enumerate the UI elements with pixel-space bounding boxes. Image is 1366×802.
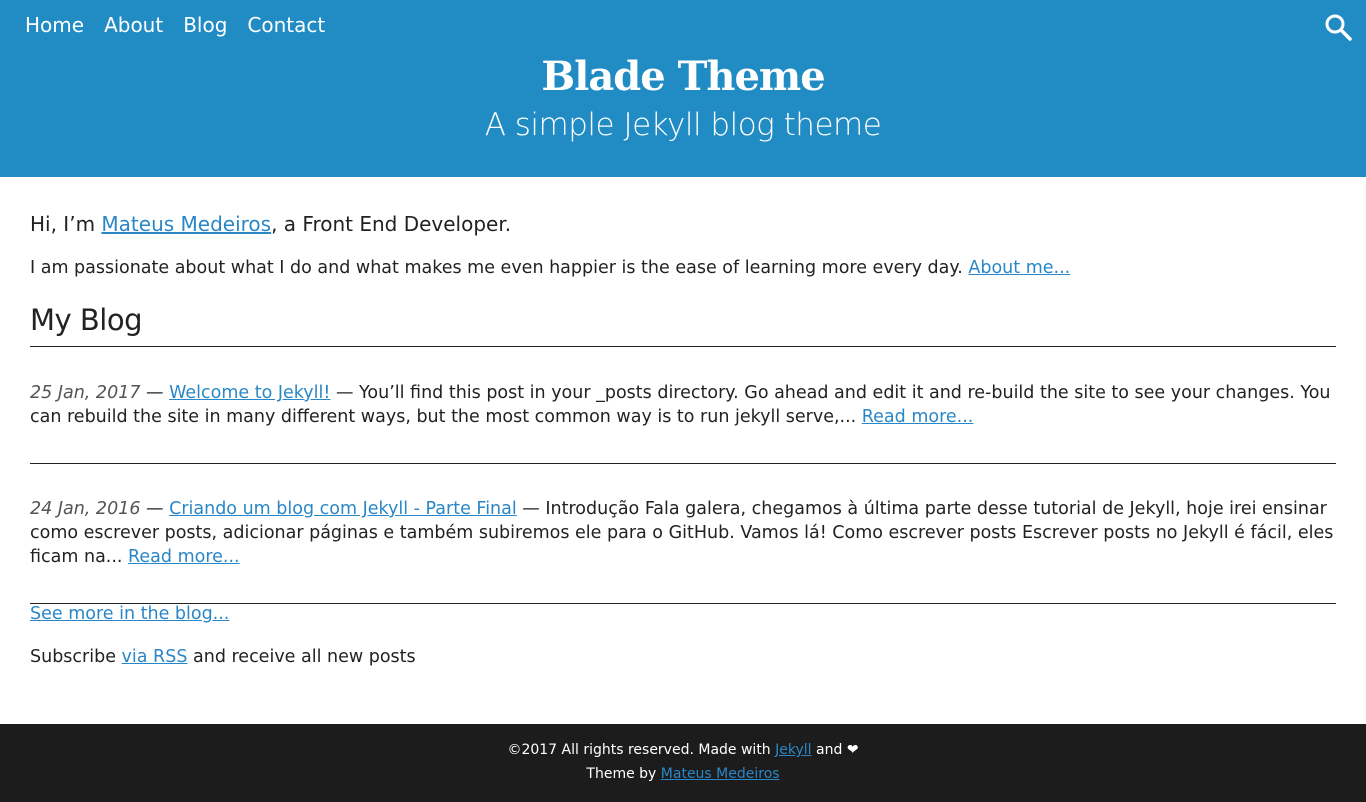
blog-post: 24 Jan, 2016 — Criando um blog com Jekyl…: [30, 497, 1336, 569]
see-more-link[interactable]: See more in the blog...: [30, 604, 229, 624]
author-link[interactable]: Mateus Medeiros: [101, 212, 271, 236]
intro-text: Hi, I’m Mateus Medeiros, a Front End Dev…: [30, 212, 511, 236]
rss-link[interactable]: via RSS: [122, 647, 188, 667]
intro-suffix: , a Front End Developer.: [271, 212, 512, 236]
about-paragraph: I am passionate about what I do and what…: [30, 258, 1070, 278]
post-date: 24 Jan, 2016: [30, 499, 141, 519]
nav-home[interactable]: Home: [25, 13, 84, 37]
footer-and: and: [811, 742, 847, 758]
footer-prefix: ©2017 All rights reserved. Made with: [507, 742, 776, 758]
post-separator: —: [140, 383, 170, 403]
site-footer: ©2017 All rights reserved. Made with Jek…: [0, 724, 1366, 802]
read-more-link[interactable]: Read more...: [862, 407, 974, 427]
nav-blog[interactable]: Blog: [183, 13, 227, 37]
post-date: 25 Jan, 2017: [30, 383, 141, 403]
site-tagline: A simple Jekyll blog theme: [484, 107, 882, 143]
site-header: Home About Blog Contact Blade Theme A si…: [0, 0, 1366, 177]
post-title-link[interactable]: Welcome to Jekyll!: [169, 383, 330, 403]
nav-about[interactable]: About: [104, 13, 163, 37]
theme-author-link[interactable]: Mateus Medeiros: [661, 766, 780, 782]
footer-theme-credit: Theme by Mateus Medeiros: [0, 766, 1366, 782]
subscribe-text: Subscribe via RSS and receive all new po…: [30, 647, 416, 667]
intro-prefix: Hi, I’m: [30, 212, 102, 236]
jekyll-link[interactable]: Jekyll: [775, 742, 811, 758]
site-title[interactable]: Blade Theme: [0, 52, 1366, 102]
post-title-link[interactable]: Criando um blog com Jekyll - Parte Final: [169, 499, 517, 519]
blog-heading: My Blog: [30, 303, 143, 337]
footer-theme-prefix: Theme by: [586, 766, 661, 782]
footer-copyright: ©2017 All rights reserved. Made with Jek…: [0, 742, 1366, 758]
heart-icon: ❤: [846, 742, 859, 758]
divider: [30, 463, 1336, 464]
search-icon[interactable]: [1324, 13, 1352, 41]
blog-post: 25 Jan, 2017 — Welcome to Jekyll! — You’…: [30, 381, 1336, 429]
subscribe-prefix: Subscribe: [30, 647, 122, 667]
post-separator: —: [330, 383, 360, 403]
post-separator: —: [140, 499, 170, 519]
divider: [30, 346, 1336, 347]
see-more: See more in the blog...: [30, 604, 229, 624]
post-separator: —: [516, 499, 546, 519]
about-me-link[interactable]: About me...: [968, 258, 1070, 278]
nav-contact[interactable]: Contact: [247, 13, 325, 37]
main-nav: Home About Blog Contact: [25, 13, 325, 37]
subscribe-suffix: and receive all new posts: [187, 647, 416, 667]
about-text: I am passionate about what I do and what…: [30, 258, 969, 278]
read-more-link[interactable]: Read more...: [128, 547, 240, 567]
